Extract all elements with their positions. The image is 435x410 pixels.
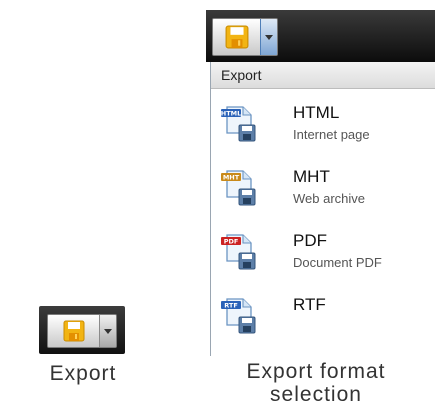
svg-text:MHT: MHT xyxy=(223,174,240,182)
menu-item-title: PDF xyxy=(293,231,327,250)
export-dropdown-arrow-open[interactable] xyxy=(260,19,277,55)
export-toolbar xyxy=(39,306,125,354)
svg-text:HTML: HTML xyxy=(221,110,241,118)
export-toolbar-expanded xyxy=(206,10,435,62)
export-split-button-open[interactable] xyxy=(212,18,278,56)
menu-header: Export xyxy=(211,62,435,89)
export-split-button[interactable] xyxy=(47,314,117,348)
export-button[interactable] xyxy=(48,315,99,347)
menu-item-pdf[interactable]: PDF PDF Document PDF xyxy=(211,217,435,281)
menu-item-description: Document PDF xyxy=(293,255,382,270)
menu-item-title: MHT xyxy=(293,167,330,186)
export-dropdown-arrow[interactable] xyxy=(99,315,116,347)
menu-item-description: Web archive xyxy=(293,191,366,206)
chevron-down-icon xyxy=(265,34,273,40)
caption-export-format-selection: Export format selection xyxy=(246,360,386,406)
save-floppy-icon xyxy=(63,320,84,342)
mht-file-icon: MHT xyxy=(221,170,256,206)
svg-text:PDF: PDF xyxy=(224,238,239,246)
menu-item-description: Internet page xyxy=(293,127,370,142)
export-button-open[interactable] xyxy=(213,19,260,55)
html-file-icon: HTML xyxy=(221,106,256,142)
save-floppy-icon xyxy=(225,25,248,49)
svg-text:RTF: RTF xyxy=(224,302,238,310)
pdf-file-icon: PDF xyxy=(221,234,256,270)
export-menu: Export HTML HTML Internet page MHT MHT Web ar… xyxy=(210,62,435,356)
rtf-file-icon: RTF xyxy=(221,298,256,334)
menu-item-rtf[interactable]: RTF RTF xyxy=(211,281,435,345)
chevron-down-icon xyxy=(104,328,112,334)
menu-item-title: HTML xyxy=(293,103,340,122)
caption-export: Export xyxy=(49,362,117,385)
menu-item-title: RTF xyxy=(293,295,326,314)
menu-item-mht[interactable]: MHT MHT Web archive xyxy=(211,153,435,217)
menu-item-html[interactable]: HTML HTML Internet page xyxy=(211,89,435,153)
